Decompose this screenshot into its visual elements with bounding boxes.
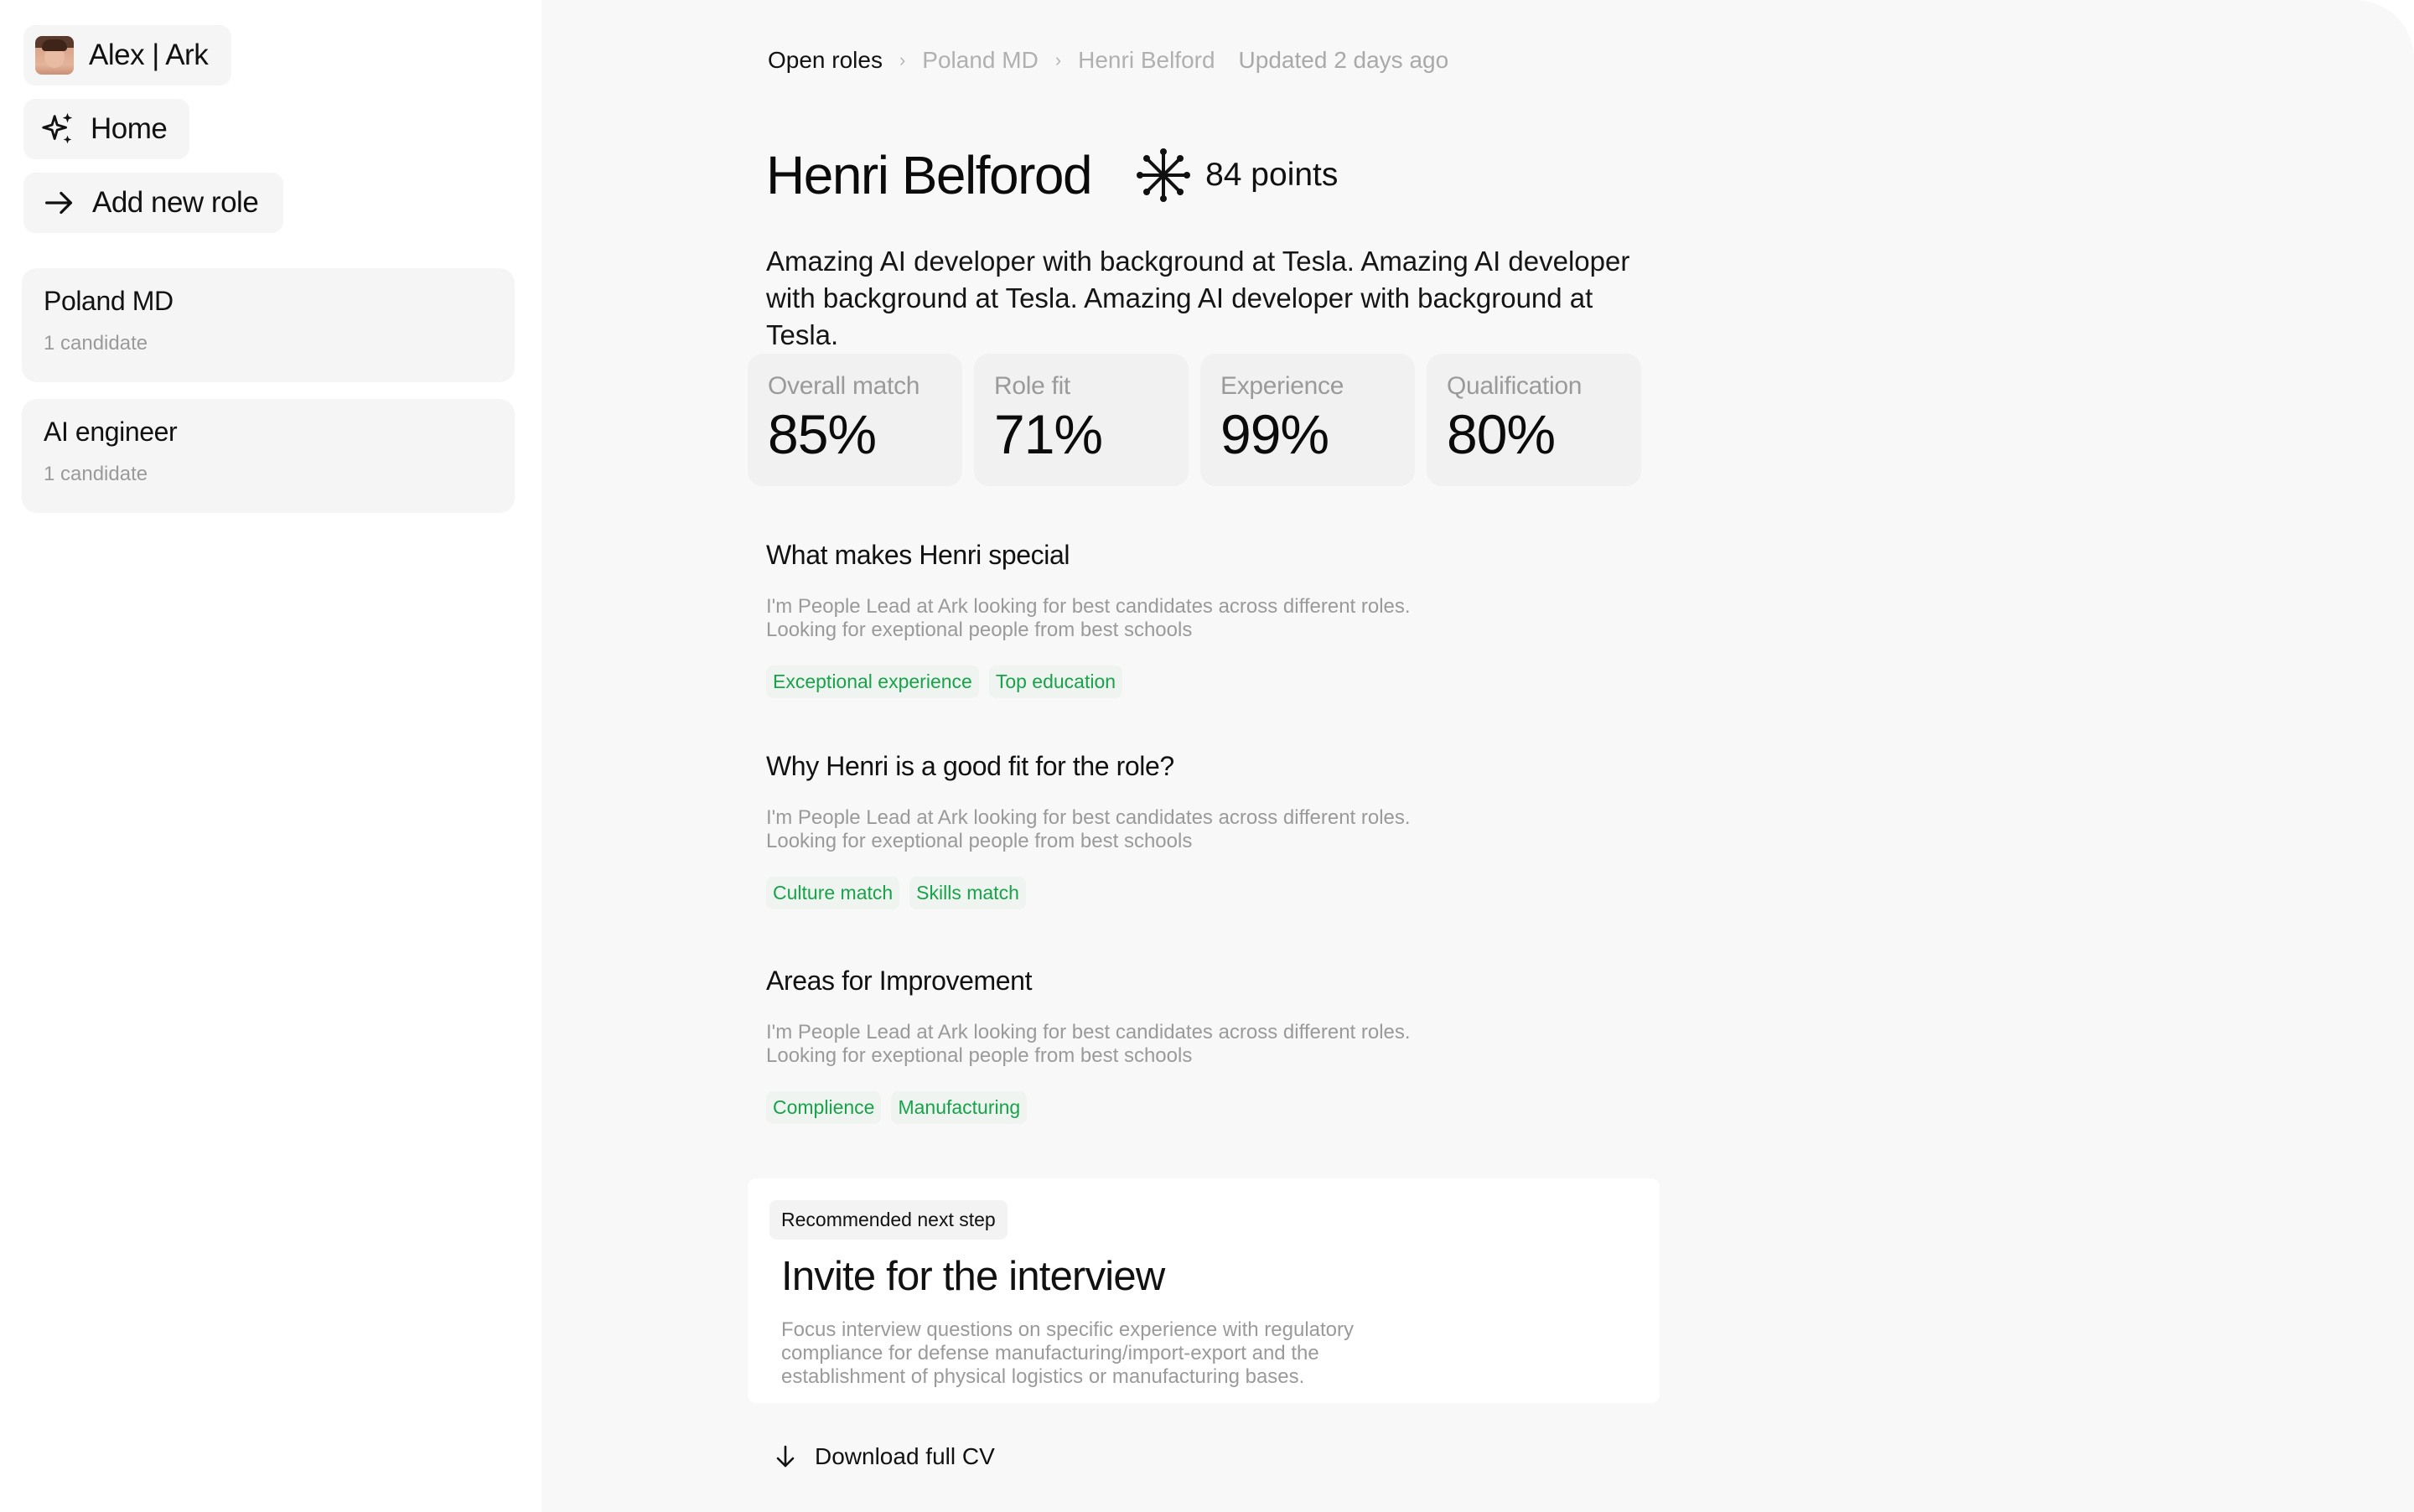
user-account-label: Alex | Ark (89, 39, 209, 71)
tag: Complience (766, 1091, 882, 1124)
last-updated-text: Updated 2 days ago (1238, 47, 1449, 73)
section-body-line: I'm People Lead at Ark looking for best … (766, 595, 1411, 618)
section-title: Areas for Improvement (766, 966, 1033, 996)
role-card-poland-md[interactable]: Poland MD 1 candidate (22, 268, 515, 382)
tag: Skills match (909, 877, 1026, 909)
points-value: 84 points (1205, 157, 1339, 193)
candidate-header: Henri Belforod 84 points (766, 144, 1338, 206)
tag: Top education (988, 665, 1123, 698)
section-body-line: I'm People Lead at Ark looking for best … (766, 1021, 1411, 1043)
role-title: AI engineer (44, 417, 178, 447)
sidebar: Alex | Ark Home Add new role Poland MD 1… (0, 0, 541, 1512)
metric-value: 85% (768, 403, 877, 465)
metric-value: 71% (994, 403, 1103, 465)
download-cv-button[interactable]: Download full CV (773, 1443, 995, 1470)
metric-value: 80% (1447, 403, 1556, 465)
home-nav-button[interactable]: Home (23, 99, 189, 159)
sparkle-icon (42, 112, 73, 144)
avatar (35, 36, 74, 75)
section-body: I'm People Lead at Ark looking for best … (766, 595, 1520, 642)
metric-experience: Experience 99% (1200, 354, 1415, 486)
metric-qualification: Qualification 80% (1427, 354, 1641, 486)
role-candidate-count: 1 candidate (44, 332, 148, 355)
section-good-fit: Why Henri is a good fit for the role? I'… (766, 748, 1520, 909)
add-new-role-label: Add new role (92, 186, 259, 219)
metric-label: Experience (1220, 372, 1344, 400)
points-badge: 84 points (1133, 145, 1338, 205)
section-title: What makes Henri special (766, 540, 1070, 570)
tag: Culture match (766, 877, 900, 909)
role-title: Poland MD (44, 286, 174, 316)
breadcrumb-role[interactable]: Poland MD (922, 47, 1039, 74)
tag-list: Culture match Skills match (766, 877, 1520, 909)
next-step-line: Focus interview questions on specific ex… (781, 1318, 1355, 1341)
candidate-name: Henri Belforod (766, 145, 1093, 205)
asterisk-burst-icon (1137, 148, 1191, 202)
section-body-line: Looking for exeptional people from best … (766, 1044, 1193, 1067)
tag: Manufacturing (891, 1091, 1028, 1124)
breadcrumb-open-roles[interactable]: Open roles (768, 47, 883, 74)
home-nav-label: Home (91, 112, 168, 145)
next-step-line: compliance for defense manufacturing/imp… (781, 1342, 1319, 1364)
section-what-makes-special: What makes Henri special I'm People Lead… (766, 536, 1520, 698)
next-step-badge: Recommended next step (769, 1200, 1008, 1240)
metric-role-fit: Role fit 71% (974, 354, 1189, 486)
arrow-right-icon (45, 191, 73, 215)
metric-label: Role fit (994, 372, 1070, 400)
section-body-line: Looking for exeptional people from best … (766, 830, 1193, 852)
section-areas-for-improvement: Areas for Improvement I'm People Lead at… (766, 962, 1520, 1124)
role-card-ai-engineer[interactable]: AI engineer 1 candidate (22, 399, 515, 513)
role-candidate-count: 1 candidate (44, 463, 148, 486)
section-body: I'm People Lead at Ark looking for best … (766, 806, 1520, 853)
section-body: I'm People Lead at Ark looking for best … (766, 1021, 1520, 1068)
candidate-summary: Amazing AI developer with background at … (766, 246, 1630, 350)
section-body-line: Looking for exeptional people from best … (766, 619, 1193, 641)
candidate-detail-panel: Open roles › Poland MD › Henri Belford U… (541, 0, 2414, 1512)
metric-overall-match: Overall match 85% (748, 354, 962, 486)
metric-label: Overall match (768, 372, 920, 400)
section-title: Why Henri is a good fit for the role? (766, 751, 1174, 781)
metric-value: 99% (1220, 403, 1329, 465)
arrow-down-icon (776, 1445, 795, 1468)
next-step-description: Focus interview questions on specific ex… (781, 1318, 1418, 1389)
download-cv-label: Download full CV (815, 1443, 995, 1469)
section-body-line: I'm People Lead at Ark looking for best … (766, 806, 1411, 829)
tag: Exceptional experience (766, 665, 979, 698)
tag-list: Exceptional experience Top education (766, 665, 1520, 698)
breadcrumb-candidate: Henri Belford (1078, 47, 1215, 73)
breadcrumb-separator: › (899, 49, 906, 70)
next-step-title: Invite for the interview (781, 1254, 1165, 1299)
metric-label: Qualification (1447, 372, 1583, 400)
breadcrumb-separator: › (1054, 49, 1062, 70)
add-new-role-button[interactable]: Add new role (23, 173, 283, 233)
recommended-next-step-card: Recommended next step Invite for the int… (748, 1178, 1660, 1403)
user-account-button[interactable]: Alex | Ark (23, 25, 231, 85)
next-step-line: establishment of physical logistics or m… (781, 1365, 1305, 1388)
breadcrumb: Open roles › Poland MD › Henri Belford U… (768, 47, 1448, 74)
tag-list: Complience Manufacturing (766, 1091, 1520, 1124)
